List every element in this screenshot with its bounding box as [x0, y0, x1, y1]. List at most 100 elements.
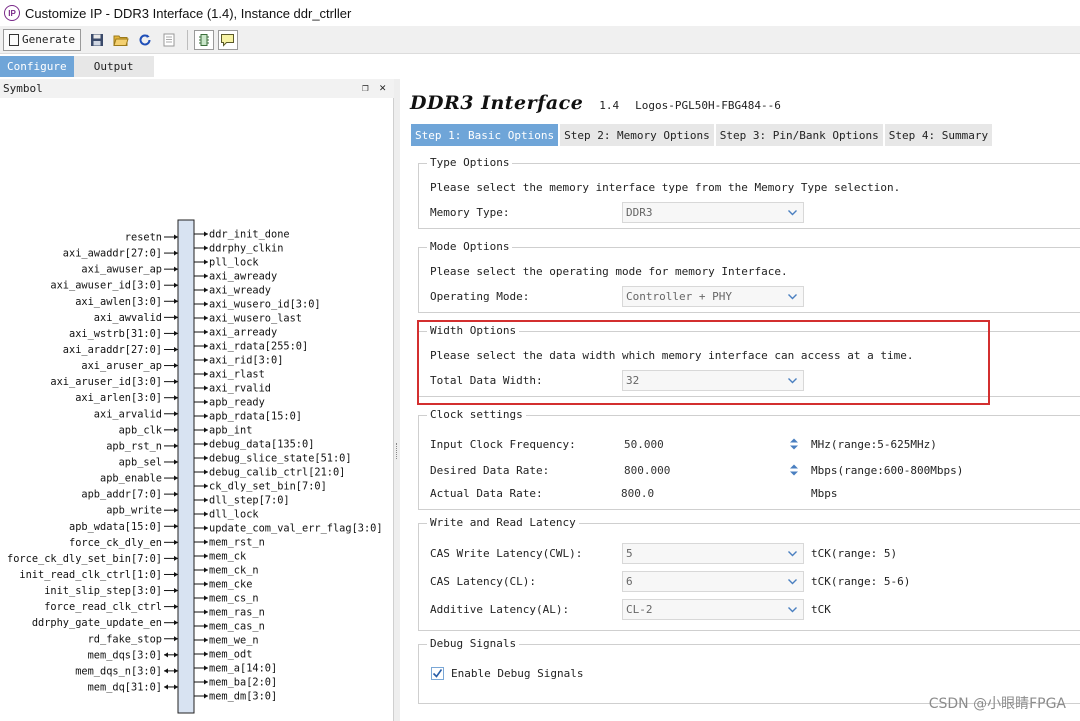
output-pin-arrow — [204, 343, 208, 349]
input-pin-label: axi_awlen[3:0] — [75, 296, 162, 308]
output-pin-arrow — [204, 595, 208, 601]
input-pin-label: apb_enable — [100, 473, 162, 485]
operating-mode-value: Controller + PHY — [626, 290, 732, 303]
input-pin-label: axi_aruser_id[3:0] — [50, 376, 162, 388]
output-pin-label: pll_lock — [209, 257, 259, 269]
input-pin-label: init_read_clk_ctrl[1:0] — [19, 569, 162, 581]
mode-options-group: Mode Options Please select the operating… — [418, 240, 1080, 313]
output-pin-arrow — [204, 385, 208, 391]
output-pin-label: axi_wusero_id[3:0] — [209, 299, 321, 311]
input-pin-arrow — [174, 282, 178, 288]
input-pin-label: ddrphy_gate_update_en — [32, 617, 162, 629]
input-clock-frequency-unit: MHz(range:5-625MHz) — [811, 438, 937, 451]
input-pin-label: axi_awuser_ap — [81, 264, 162, 276]
output-pin-arrow — [204, 693, 208, 699]
generate-button[interactable]: Generate — [3, 28, 81, 51]
tab-step-summary[interactable]: Step 4: Summary — [884, 124, 993, 146]
output-pin-label: update_com_val_err_flag[3:0] — [209, 523, 383, 535]
output-pin-label: ddrphy_clkin — [209, 243, 283, 255]
output-pin-label: ddr_init_done — [209, 229, 290, 241]
output-pin-label: mem_ba[2:0] — [209, 677, 277, 689]
input-pin-arrow — [174, 346, 178, 352]
input-pin-label: axi_awaddr[27:0] — [63, 248, 162, 260]
input-pin-label: init_slip_step[3:0] — [44, 585, 162, 597]
desired-data-rate-spinner-icon[interactable] — [789, 462, 799, 478]
generate-label: Generate — [22, 33, 75, 46]
input-pin-label: apb_rst_n — [106, 440, 162, 452]
bidir-pin-arrow — [164, 684, 168, 690]
enable-debug-checkbox[interactable] — [431, 667, 444, 680]
input-pin-label: apb_clk — [119, 424, 163, 436]
output-pin-arrow — [204, 553, 208, 559]
output-pin-arrow — [204, 609, 208, 615]
bidir-pin-arrow — [164, 652, 168, 658]
input-pin-label: apb_wdata[15:0] — [69, 521, 162, 533]
input-pin-arrow — [174, 298, 178, 304]
input-pin-arrow — [174, 668, 178, 674]
refresh-button[interactable] — [135, 30, 155, 50]
input-clock-frequency-spinner-icon[interactable] — [789, 436, 799, 452]
output-pin-arrow — [204, 651, 208, 657]
operating-mode-select[interactable]: Controller + PHY — [622, 286, 804, 307]
input-pin-arrow — [174, 363, 178, 369]
cl-select[interactable]: 6 — [622, 571, 804, 592]
input-pin-label: axi_awuser_id[3:0] — [50, 280, 162, 292]
input-pin-arrow — [174, 314, 178, 320]
desired-data-rate-input[interactable]: 800.000 — [624, 464, 670, 477]
cwl-value: 5 — [626, 547, 633, 560]
toolbar: Generate — [0, 26, 1080, 54]
tab-step-memory-options[interactable]: Step 2: Memory Options — [560, 124, 714, 146]
input-pin-arrow — [174, 571, 178, 577]
symbol-body — [177, 219, 195, 714]
input-pin-arrow — [174, 636, 178, 642]
input-pin-arrow — [174, 588, 178, 594]
memory-type-value: DDR3 — [626, 206, 653, 219]
al-select[interactable]: CL-2 — [622, 599, 804, 620]
output-pin-label: mem_cas_n — [209, 621, 265, 633]
save-icon — [90, 33, 103, 46]
output-pin-arrow — [204, 287, 208, 293]
tab-configure[interactable]: Configure — [0, 56, 74, 77]
mode-options-title: Mode Options — [427, 240, 513, 253]
input-pin-label: force_read_clk_ctrl — [44, 601, 162, 613]
bidir-pin-arrow — [164, 668, 168, 674]
title-bar: IP Customize IP - DDR3 Interface (1.4), … — [0, 0, 1080, 26]
output-pin-label: apb_rdata[15:0] — [209, 411, 302, 423]
input-pin-label: mem_dqs_n[3:0] — [75, 665, 162, 677]
save-button[interactable] — [87, 30, 107, 50]
input-pin-arrow — [174, 507, 178, 513]
input-pin-arrow — [174, 555, 178, 561]
output-pin-arrow — [204, 567, 208, 573]
output-pin-label: mem_cs_n — [209, 593, 259, 605]
symbol-panel: Symbol ❐ ✕ resetn axi_awaddr[27:0] axi_awu… — [0, 79, 394, 721]
output-pin-label: axi_wready — [209, 285, 271, 297]
input-pin-arrow — [174, 459, 178, 465]
output-pin-arrow — [204, 581, 208, 587]
output-pin-arrow — [204, 273, 208, 279]
cwl-select[interactable]: 5 — [622, 543, 804, 564]
al-label: Additive Latency(AL): — [430, 603, 570, 616]
memory-type-select[interactable]: DDR3 — [622, 202, 804, 223]
refresh-icon — [139, 33, 151, 45]
open-button[interactable] — [111, 30, 131, 50]
input-clock-frequency-input[interactable]: 50.000 — [624, 438, 664, 451]
tab-output[interactable]: Output — [73, 56, 154, 77]
comment-button[interactable] — [217, 29, 238, 50]
input-pin-arrow — [174, 330, 178, 336]
output-pin-label: mem_ras_n — [209, 607, 265, 619]
clock-settings-title: Clock settings — [427, 408, 526, 421]
output-pin-label: axi_rvalid — [209, 383, 271, 395]
chevron-down-icon — [788, 551, 797, 557]
input-pin-label: mem_dq[31:0] — [88, 681, 162, 693]
chip-button[interactable] — [193, 29, 214, 50]
output-pin-label: mem_we_n — [209, 635, 259, 647]
output-pin-arrow — [204, 427, 208, 433]
ip-header: DDR3 Interface 1.4 Logos-PGL50H-FBG484--… — [410, 92, 781, 114]
output-pin-label: mem_dm[3:0] — [209, 691, 277, 703]
input-pin-label: axi_araddr[27:0] — [63, 344, 162, 356]
output-pin-label: debug_data[135:0] — [209, 439, 314, 451]
tab-step-pin-bank-options[interactable]: Step 3: Pin/Bank Options — [715, 124, 883, 146]
document-button[interactable] — [159, 30, 179, 50]
tab-step-basic-options[interactable]: Step 1: Basic Options — [411, 124, 559, 146]
input-pin-arrow — [174, 234, 178, 240]
